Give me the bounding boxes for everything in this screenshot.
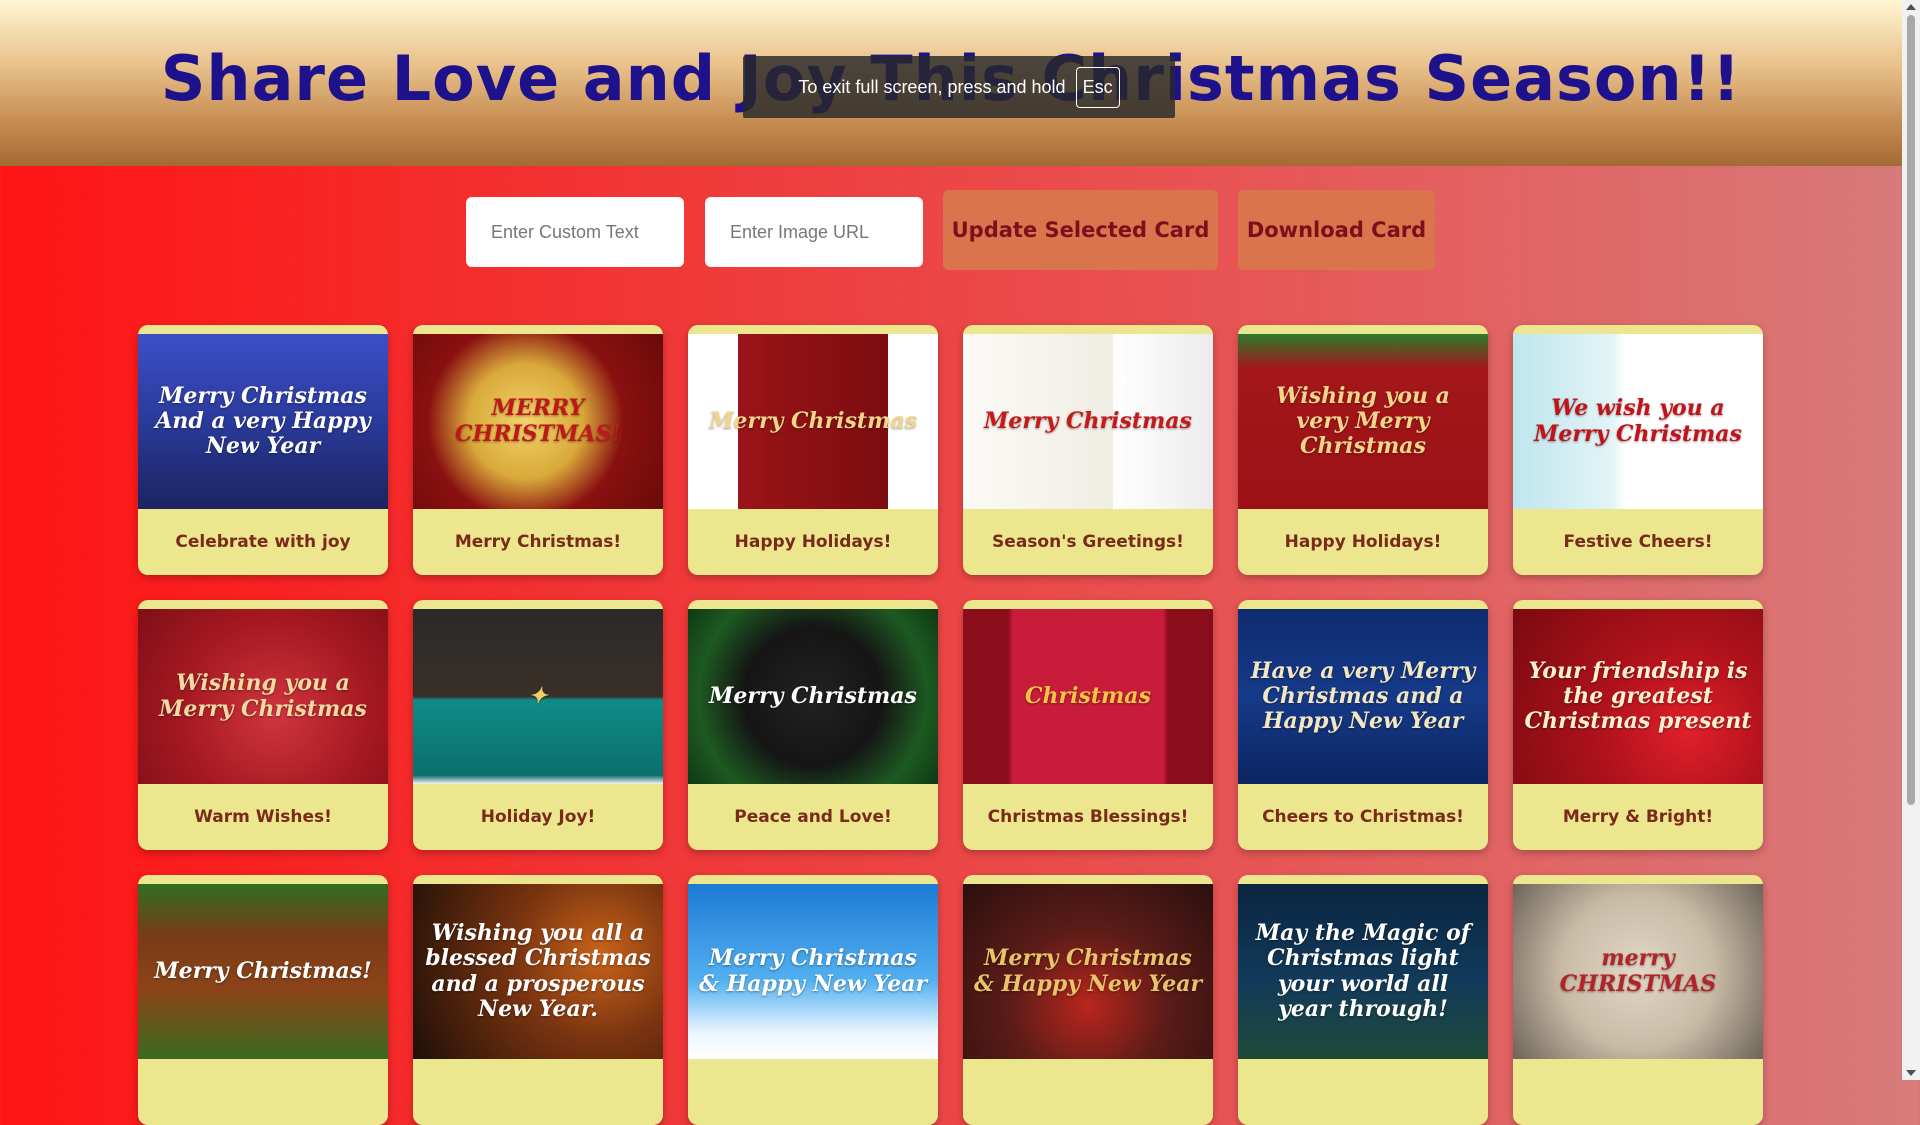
greeting-card[interactable]: Christmas Christmas Blessings! [963, 600, 1213, 850]
card-image-text: Wishing you all a blessed Christmas and … [425, 919, 651, 1022]
card-label: Celebrate with joy [175, 532, 351, 552]
card-image-text: We wish you a Merry Christmas [1534, 395, 1742, 447]
greeting-card[interactable]: Merry Christmas! [138, 875, 388, 1125]
card-label [688, 1059, 938, 1125]
greeting-card[interactable]: Wishing you all a blessed Christmas and … [413, 875, 663, 1125]
greeting-card[interactable]: Merry Christmas And a very Happy New Yea… [138, 325, 388, 575]
scroll-up-arrow-icon[interactable] [1906, 4, 1916, 10]
card-image-text: Merry Christmas And a very Happy New Yea… [155, 382, 371, 460]
greeting-card[interactable]: Merry Christmas & Happy New Year [963, 875, 1213, 1125]
card-image-text: Your friendship is the greatest Christma… [1524, 657, 1752, 735]
card-image[interactable]: Have a very Merry Christmas and a Happy … [1238, 609, 1488, 784]
greeting-card[interactable]: Wishing you a Merry Christmas Warm Wishes… [138, 600, 388, 850]
card-image-text: Merry Christmas & Happy New Year [698, 945, 928, 997]
card-image-text: ✦ [528, 682, 548, 709]
download-card-button[interactable]: Download Card [1238, 190, 1435, 270]
card-image[interactable]: merry CHRISTMAS [1513, 884, 1763, 1059]
card-image[interactable]: Merry Christmas! [138, 884, 388, 1059]
card-image[interactable]: ✦ [413, 609, 663, 784]
scrollbar-thumb[interactable] [1907, 15, 1915, 805]
card-image[interactable]: Wishing you a Merry Christmas [138, 609, 388, 784]
card-label: Festive Cheers! [1563, 532, 1713, 552]
card-image[interactable]: Merry Christmas [688, 334, 938, 509]
greeting-card[interactable]: Merry Christmas & Happy New Year [688, 875, 938, 1125]
card-label: Season's Greetings! [992, 532, 1184, 552]
card-image[interactable]: Merry Christmas & Happy New Year [688, 884, 938, 1059]
card-image-text: Merry Christmas [984, 407, 1192, 434]
card-image[interactable]: May the Magic of Christmas light your wo… [1238, 884, 1488, 1059]
card-image-text: Merry Christmas! [154, 957, 372, 984]
card-label: Merry & Bright! [1562, 807, 1714, 827]
greeting-card[interactable]: ✦ Holiday Joy! [413, 600, 663, 850]
card-label: Merry Christmas! [454, 532, 622, 552]
greeting-card[interactable]: Merry Christmas Season's Greetings! [963, 325, 1213, 575]
scroll-down-arrow-icon[interactable] [1906, 1070, 1916, 1076]
card-image-text: Christmas [1025, 682, 1151, 709]
card-image-text: May the Magic of Christmas light your wo… [1255, 919, 1471, 1022]
custom-text-input[interactable] [466, 197, 684, 267]
card-image-text: Have a very Merry Christmas and a Happy … [1250, 657, 1476, 735]
card-image[interactable]: Christmas [963, 609, 1213, 784]
toast-message: To exit full screen, press and hold [798, 76, 1066, 97]
greeting-card[interactable]: Merry Christmas Peace and Love! [688, 600, 938, 850]
card-image[interactable]: Merry Christmas And a very Happy New Yea… [138, 334, 388, 509]
card-label: Happy Holidays! [1284, 532, 1442, 552]
fullscreen-exit-toast: To exit full screen, press and hold Esc [743, 56, 1175, 118]
card-image-text: Merry Christmas [709, 407, 917, 434]
greeting-card[interactable]: Your friendship is the greatest Christma… [1513, 600, 1763, 850]
card-image[interactable]: We wish you a Merry Christmas [1513, 334, 1763, 509]
card-image[interactable]: Merry Christmas [963, 334, 1213, 509]
greeting-card[interactable]: May the Magic of Christmas light your wo… [1238, 875, 1488, 1125]
update-card-button[interactable]: Update Selected Card [943, 190, 1218, 270]
vertical-scrollbar[interactable] [1902, 0, 1920, 1080]
card-image[interactable]: Merry Christmas & Happy New Year [963, 884, 1213, 1059]
card-image[interactable]: Your friendship is the greatest Christma… [1513, 609, 1763, 784]
card-image[interactable]: MERRY CHRISTMAS! [413, 334, 663, 509]
greeting-card[interactable]: merry CHRISTMAS [1513, 875, 1763, 1125]
greeting-card[interactable]: Wishing you a very Merry Christmas Happy … [1238, 325, 1488, 575]
card-image-text: Merry Christmas & Happy New Year [973, 945, 1203, 997]
greeting-card[interactable]: We wish you a Merry Christmas Festive Che… [1513, 325, 1763, 575]
card-label [1238, 1059, 1488, 1125]
card-label: Peace and Love! [734, 807, 892, 827]
card-controls: Update Selected Card Download Card [0, 190, 1902, 270]
card-label: Cheers to Christmas! [1262, 807, 1464, 827]
card-image[interactable]: Merry Christmas [688, 609, 938, 784]
card-image-text: MERRY CHRISTMAS! [454, 395, 622, 447]
card-label [963, 1059, 1213, 1125]
greeting-card[interactable]: Merry Christmas Happy Holidays! [688, 325, 938, 575]
card-image-text: Merry Christmas [709, 682, 917, 709]
card-image[interactable]: Wishing you all a blessed Christmas and … [413, 884, 663, 1059]
image-url-input[interactable] [705, 197, 923, 267]
card-image-text: merry CHRISTMAS [1559, 945, 1717, 997]
card-image-text: Wishing you a Merry Christmas [159, 670, 367, 722]
greeting-card[interactable]: Have a very Merry Christmas and a Happy … [1238, 600, 1488, 850]
greeting-card[interactable]: MERRY CHRISTMAS! Merry Christmas! [413, 325, 663, 575]
card-label: Warm Wishes! [194, 807, 332, 827]
card-image-text: Wishing you a very Merry Christmas [1276, 382, 1450, 460]
card-image[interactable]: Wishing you a very Merry Christmas [1238, 334, 1488, 509]
card-label: Christmas Blessings! [987, 807, 1189, 827]
card-label [413, 1059, 663, 1125]
esc-key-badge: Esc [1075, 66, 1120, 108]
card-label [138, 1059, 388, 1125]
card-label: Happy Holidays! [734, 532, 892, 552]
card-label [1513, 1059, 1763, 1125]
card-label: Holiday Joy! [480, 807, 596, 827]
